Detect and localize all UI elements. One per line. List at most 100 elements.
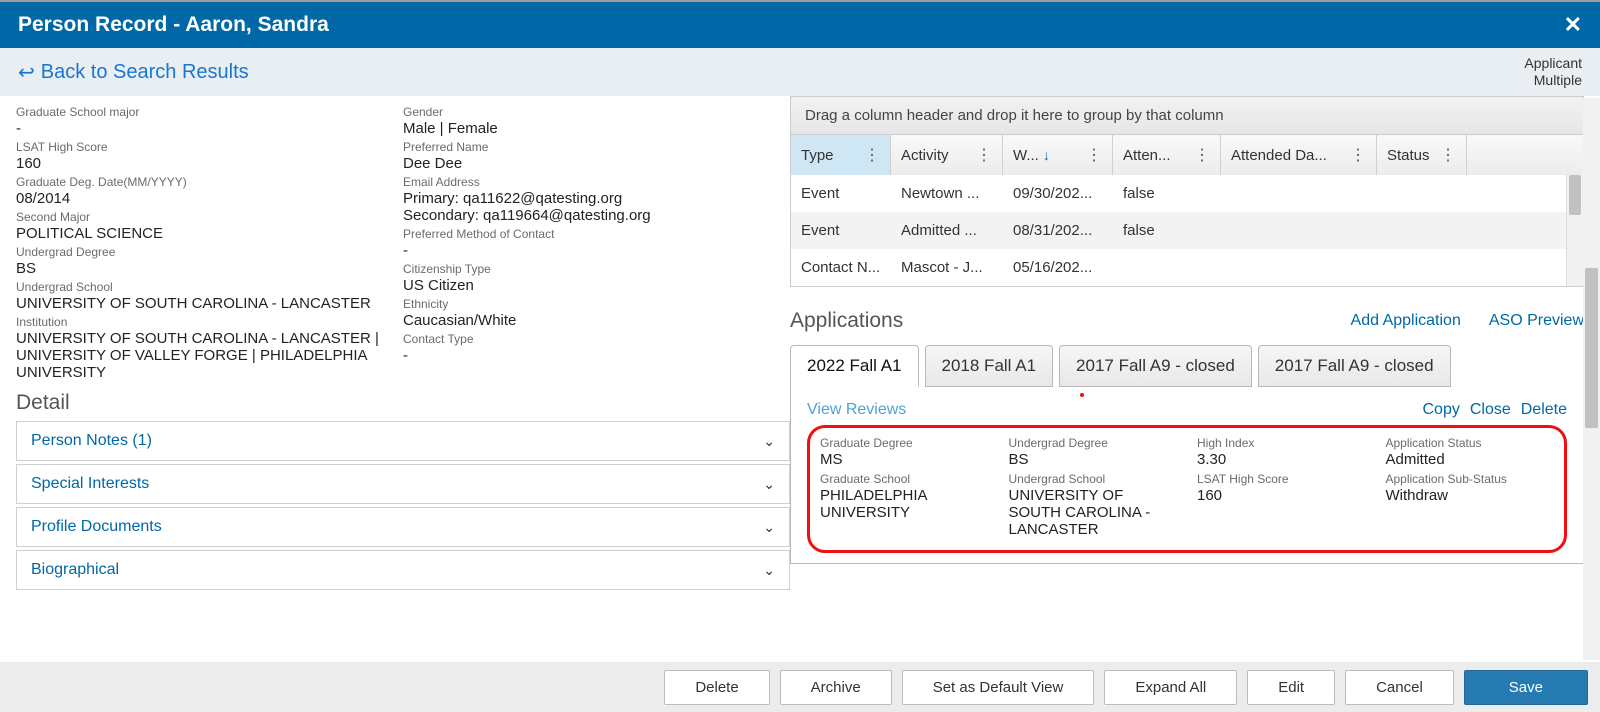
- applications-heading: Applications: [790, 309, 903, 333]
- field-value: 160: [1197, 487, 1366, 504]
- set-default-view-button[interactable]: Set as Default View: [902, 670, 1095, 705]
- grid-scrollbar[interactable]: [1566, 175, 1583, 286]
- scrollbar-thumb[interactable]: [1585, 268, 1598, 428]
- field-value: BS: [16, 260, 403, 277]
- save-button[interactable]: Save: [1464, 670, 1588, 705]
- field-value: Male | Female: [403, 120, 790, 137]
- cancel-button[interactable]: Cancel: [1345, 670, 1454, 705]
- sort-down-icon: ↓: [1043, 147, 1050, 163]
- back-to-results-link[interactable]: ↩ Back to Search Results: [18, 60, 249, 85]
- field-value: Dee Dee: [403, 155, 790, 172]
- accordion-header[interactable]: Person Notes (1) ⌄: [17, 422, 789, 460]
- kebab-icon[interactable]: ⋮: [976, 145, 992, 165]
- field-label: Preferred Name: [403, 140, 790, 154]
- scrollbar-thumb[interactable]: [1569, 175, 1581, 215]
- grid-header-attended[interactable]: Atten...⋮: [1113, 135, 1221, 175]
- page-scrollbar[interactable]: [1583, 98, 1600, 660]
- accordion-title: Profile Documents: [31, 518, 162, 536]
- kebab-icon[interactable]: ⋮: [1350, 145, 1366, 165]
- field-value: 3.30: [1197, 451, 1366, 468]
- table-cell: false: [1113, 222, 1221, 239]
- field-label: Undergrad School: [1009, 472, 1178, 486]
- table-row[interactable]: Contact N...Mascot - J...05/16/202...: [791, 249, 1583, 286]
- kebab-icon[interactable]: ⋮: [1440, 145, 1456, 165]
- close-icon[interactable]: ✕: [1564, 12, 1582, 38]
- copy-link[interactable]: Copy: [1422, 401, 1459, 419]
- chevron-down-icon: ⌄: [763, 562, 775, 579]
- field-value: MS: [820, 451, 989, 468]
- view-reviews-link[interactable]: View Reviews: [807, 401, 906, 419]
- title-bar: Person Record - Aaron, Sandra ✕: [0, 0, 1600, 48]
- grid-header-activity[interactable]: Activity⋮: [891, 135, 1003, 175]
- field-value: US Citizen: [403, 277, 790, 294]
- table-cell: Admitted ...: [891, 222, 1003, 239]
- table-cell: Newtown ...: [891, 185, 1003, 202]
- aso-preview-link[interactable]: ASO Preview: [1489, 312, 1584, 330]
- table-cell: [1221, 259, 1377, 276]
- left-panel: Graduate School major - LSAT High Score160…: [0, 96, 790, 648]
- grid-header-type[interactable]: Type⋮: [791, 135, 891, 175]
- field-value: Withdraw: [1386, 487, 1555, 504]
- delete-button[interactable]: Delete: [664, 670, 769, 705]
- back-link-label: Back to Search Results: [41, 61, 249, 84]
- table-row[interactable]: EventNewtown ...09/30/202...false: [791, 175, 1583, 212]
- table-cell: false: [1113, 185, 1221, 202]
- table-cell: 09/30/202...: [1003, 185, 1113, 202]
- field-value: BS: [1009, 451, 1178, 468]
- grid-header-when[interactable]: W...↓⋮: [1003, 135, 1113, 175]
- tab-application[interactable]: 2017 Fall A9 - closed: [1059, 345, 1252, 387]
- chevron-down-icon: ⌄: [763, 433, 775, 450]
- tab-application[interactable]: 2017 Fall A9 - closed: [1258, 345, 1451, 387]
- field-value: -: [403, 242, 790, 259]
- table-cell: [1377, 222, 1467, 239]
- field-label: LSAT High Score: [1197, 472, 1366, 486]
- grid-header-attended-date[interactable]: Attended Da...⋮: [1221, 135, 1377, 175]
- field-value: POLITICAL SCIENCE: [16, 225, 403, 242]
- close-link[interactable]: Close: [1470, 401, 1511, 419]
- field-label: Second Major: [16, 210, 403, 224]
- chevron-down-icon: ⌄: [763, 519, 775, 536]
- accordion-title: Person Notes (1): [31, 432, 152, 450]
- accordion-header[interactable]: Profile Documents ⌄: [17, 508, 789, 546]
- accordion-header[interactable]: Special Interests⌄: [17, 465, 789, 503]
- accordion-title: Special Interests: [31, 475, 149, 493]
- table-cell: [1377, 185, 1467, 202]
- field-value: Caucasian/White: [403, 312, 790, 329]
- field-label: Gender: [403, 105, 790, 119]
- footer-toolbar: Delete Archive Set as Default View Expan…: [0, 662, 1600, 712]
- grid-header-status[interactable]: Status⋮: [1377, 135, 1467, 175]
- edit-button[interactable]: Edit: [1247, 670, 1335, 705]
- field-value: 08/2014: [16, 190, 403, 207]
- grid-group-hint[interactable]: Drag a column header and drop it here to…: [790, 96, 1584, 135]
- page-title: Person Record - Aaron, Sandra: [18, 13, 329, 37]
- right-panel: Drag a column header and drop it here to…: [790, 96, 1600, 648]
- red-indicator-icon: [1080, 393, 1084, 397]
- application-detail-highlight: Graduate Degree MS Graduate School PHILA…: [807, 425, 1567, 553]
- tab-application[interactable]: 2022 Fall A1: [790, 345, 919, 387]
- archive-button[interactable]: Archive: [780, 670, 892, 705]
- expand-all-button[interactable]: Expand All: [1104, 670, 1237, 705]
- field-label: Ethnicity: [403, 297, 790, 311]
- add-application-link[interactable]: Add Application: [1351, 312, 1461, 330]
- field-label: Graduate Degree: [820, 436, 989, 450]
- sub-bar: ↩ Back to Search Results Applicant Multi…: [0, 48, 1600, 96]
- table-cell: [1377, 259, 1467, 276]
- grid-header-row: Type⋮ Activity⋮ W...↓⋮ Atten...⋮ Attende…: [790, 135, 1584, 175]
- tab-application[interactable]: 2018 Fall A1: [925, 345, 1054, 387]
- field-value: 160: [16, 155, 403, 172]
- field-value: -: [403, 347, 790, 364]
- kebab-icon[interactable]: ⋮: [1194, 145, 1210, 165]
- kebab-icon[interactable]: ⋮: [1086, 145, 1102, 165]
- field-label: Preferred Method of Contact: [403, 227, 790, 241]
- delete-link[interactable]: Delete: [1521, 401, 1567, 419]
- field-label: Graduate Deg. Date(MM/YYYY): [16, 175, 403, 189]
- table-cell: Mascot - J...: [891, 259, 1003, 276]
- accordion-header[interactable]: Biographical⌄: [17, 551, 789, 589]
- field-label: LSAT High Score: [16, 140, 403, 154]
- field-label: Graduate School major: [16, 105, 403, 119]
- kebab-icon[interactable]: ⋮: [864, 145, 880, 165]
- applicant-badge-line1: Applicant: [1524, 55, 1582, 72]
- field-label: Undergrad Degree: [1009, 436, 1178, 450]
- table-row[interactable]: EventAdmitted ...08/31/202...false: [791, 212, 1583, 249]
- field-value: Primary: qa11622@qatesting.org Secondary…: [403, 190, 790, 224]
